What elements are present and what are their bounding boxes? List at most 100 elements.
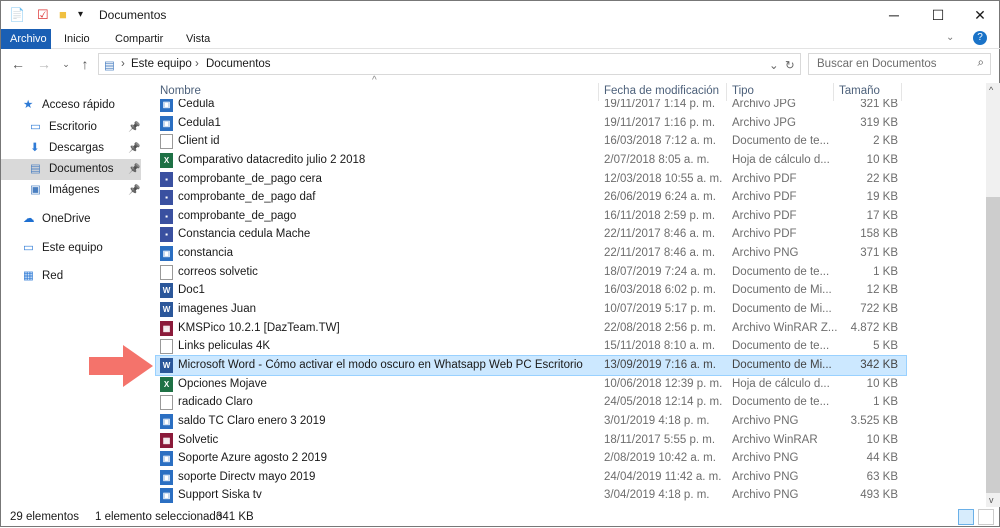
file-type: Archivo WinRAR Z... [732, 321, 838, 334]
up-button[interactable]: ↑ [76, 55, 94, 73]
column-header-name[interactable]: Nombre [160, 85, 201, 97]
file-date: 18/11/2017 5:55 p. m. [604, 433, 716, 446]
sidebar-item-documentos[interactable]: ▤ Documentos 📌 [1, 159, 141, 180]
file-name: imagenes Juan [178, 303, 256, 316]
tab-compartir[interactable]: Compartir [106, 29, 172, 49]
large-icons-view-button[interactable] [978, 509, 994, 525]
file-row[interactable]: W Doc1 16/03/2018 6:02 p. m. Documento de M… [151, 281, 986, 300]
file-size: 722 KB [860, 303, 898, 316]
file-size: 319 KB [860, 116, 898, 129]
file-row[interactable]: ▣ Cedula1 19/11/2017 1:16 p. m. Archivo JPG… [151, 114, 986, 133]
minimize-button[interactable]: ─ [871, 1, 917, 29]
sidebar-item-label: OneDrive [42, 213, 91, 225]
file-row[interactable]: ▪ comprobante_de_pago cera 12/03/2018 10:5… [151, 170, 986, 189]
file-row[interactable]: ▪ comprobante_de_pago daf 26/06/2019 6:24 … [151, 188, 986, 207]
download-icon: ⬇ [30, 142, 40, 154]
file-type: Hoja de cálculo d... [732, 153, 830, 166]
file-type: Archivo PDF [732, 191, 797, 204]
file-size: 22 KB [866, 172, 898, 185]
file-type: Archivo PNG [732, 414, 799, 427]
file-date: 15/11/2018 8:10 a. m. [604, 340, 716, 353]
close-button[interactable]: ✕ [957, 1, 1000, 29]
file-row[interactable]: W Microsoft Word - Cómo activar el modo o… [155, 354, 907, 376]
file-row[interactable]: radicado Claro 24/05/2018 12:14 p. m. Docu… [151, 393, 986, 412]
doc-file-icon: W [160, 283, 173, 299]
sidebar-item-descargas[interactable]: ⬇ Descargas 📌 [1, 138, 141, 159]
sidebar-item-label: Este equipo [42, 242, 103, 254]
scroll-down-icon[interactable]: v [989, 495, 994, 505]
file-type: Archivo PNG [732, 452, 799, 465]
file-row[interactable]: Wimagenes Juan 10/07/2019 5:17 p. m. Docum… [151, 300, 986, 319]
pin-icon[interactable]: 📌 [128, 117, 140, 138]
file-row[interactable]: correos solvetic 18/07/2019 7:24 a. m. Doc… [151, 263, 986, 282]
network-icon: ▦ [23, 270, 34, 282]
file-row[interactable]: Links peliculas 4K 15/11/2018 8:10 a. m. D… [151, 337, 986, 356]
tab-vista[interactable]: Vista [177, 29, 219, 49]
dropdown-icon[interactable]: ⌄ [769, 58, 779, 72]
file-row[interactable]: ▪ Constancia cedula Mache 22/11/2017 8:46 … [151, 225, 986, 244]
file-row[interactable]: ▣ constancia 22/11/2017 8:46 a. m. Archivo … [151, 244, 986, 263]
doc-file-icon: W [160, 357, 173, 373]
tab-archivo[interactable]: Archivo [1, 29, 51, 49]
pin-icon[interactable]: 📌 [128, 138, 140, 159]
column-header-size[interactable]: Tamaño [839, 85, 880, 97]
file-row[interactable]: X Comparativo datacredito julio 2 2018 2/0… [151, 151, 986, 170]
forward-button[interactable]: → [35, 55, 53, 73]
scroll-up-icon[interactable]: ^ [989, 85, 993, 95]
sidebar-item-este-equipo[interactable]: ▭ Este equipo [1, 238, 141, 259]
column-header-type[interactable]: Tipo [732, 85, 754, 97]
file-row[interactable]: ▪ comprobante_de_pago 16/11/2018 2:59 p. m… [151, 207, 986, 226]
breadcrumb-documentos[interactable]: Documentos [206, 58, 271, 70]
file-size: 12 KB [866, 284, 898, 297]
file-size: 63 KB [866, 470, 898, 483]
scrollbar-thumb[interactable] [986, 197, 1000, 493]
cloud-icon: ☁ [23, 213, 35, 225]
pin-icon[interactable]: 📌 [128, 159, 140, 180]
checkmark-icon[interactable]: ☑ [37, 7, 49, 23]
file-row[interactable]: ▦ KMSPico 10.2.1 [DazTeam.TW] 22/08/2018 2… [151, 319, 986, 338]
file-size: 321 KB [860, 99, 898, 110]
file-row[interactable]: ▦ Solvetic 18/11/2017 5:55 p. m. Archivo Wi… [151, 431, 986, 450]
file-name: Cedula [178, 99, 215, 110]
tab-inicio[interactable]: Inicio [55, 29, 99, 49]
file-type: Documento de Mi... [732, 284, 832, 297]
refresh-icon[interactable]: ↻ [785, 58, 795, 72]
file-type: Archivo PDF [732, 172, 797, 185]
recent-locations-icon[interactable]: ⌄ [57, 55, 75, 73]
sidebar-item-red[interactable]: ▦ Red [1, 266, 141, 287]
file-row[interactable]: ▣ Soporte Azure agosto 2 2019 2/08/2019 10… [151, 449, 986, 468]
file-row[interactable]: ▣ saldo TC Claro enero 3 2019 3/01/2019 4:… [151, 412, 986, 431]
file-size: 5 KB [873, 340, 898, 353]
selection-count: 1 elemento seleccionado [95, 511, 223, 523]
back-button[interactable]: ← [9, 55, 27, 73]
sidebar-item-escritorio[interactable]: ▭ Escritorio 📌 [1, 117, 141, 138]
computer-icon: ▭ [23, 242, 34, 254]
file-row[interactable]: X Opciones Mojave 10/06/2018 12:39 p. m. Ho… [151, 375, 986, 394]
file-type: Archivo PNG [732, 489, 799, 502]
txt-file-icon [160, 134, 173, 150]
column-header-date[interactable]: Fecha de modificación [604, 85, 719, 97]
sidebar-item-im-genes[interactable]: ▣ Imágenes 📌 [1, 180, 141, 201]
new-folder-icon[interactable]: ■ [59, 7, 67, 23]
details-view-button[interactable] [958, 509, 974, 525]
help-button[interactable]: ? [973, 31, 987, 45]
file-row[interactable]: ▣ soporte Directv mayo 2019 24/04/2019 11:… [151, 468, 986, 487]
file-row[interactable]: ▣ Support Siska tv 3/04/2019 4:18 p. m. Arc… [151, 486, 986, 505]
expand-ribbon-icon[interactable]: ⌄ [946, 32, 954, 43]
file-date: 19/11/2017 1:14 p. m. [604, 99, 716, 110]
address-bar[interactable]: ▤ › Este equipo › Documentos ⌄ ↻ [98, 53, 801, 75]
file-name: Microsoft Word - Cómo activar el modo os… [178, 358, 583, 371]
breadcrumb-este-equipo[interactable]: Este equipo [131, 58, 192, 70]
properties-icon[interactable]: 📄 [9, 7, 25, 23]
sidebar-item-onedrive[interactable]: ☁ OneDrive [1, 209, 141, 230]
search-input[interactable]: Buscar en Documentos ⌕ [808, 53, 991, 75]
pin-icon[interactable]: 📌 [128, 180, 140, 201]
sidebar-item-label: Acceso rápido [42, 99, 115, 111]
doc-file-icon: W [160, 302, 173, 318]
sidebar-item-acceso-r-pido[interactable]: ★ Acceso rápido [1, 95, 141, 116]
file-row[interactable]: Client id 16/03/2018 7:12 a. m. Documento … [151, 132, 986, 151]
file-row[interactable]: ▣ Cedula 19/11/2017 1:14 p. m. Archivo JPG 3… [151, 99, 986, 114]
customize-toolbar-icon[interactable]: ▾ [78, 9, 83, 25]
file-date: 3/04/2019 4:18 p. m. [604, 489, 710, 502]
maximize-button[interactable]: ☐ [915, 1, 961, 29]
